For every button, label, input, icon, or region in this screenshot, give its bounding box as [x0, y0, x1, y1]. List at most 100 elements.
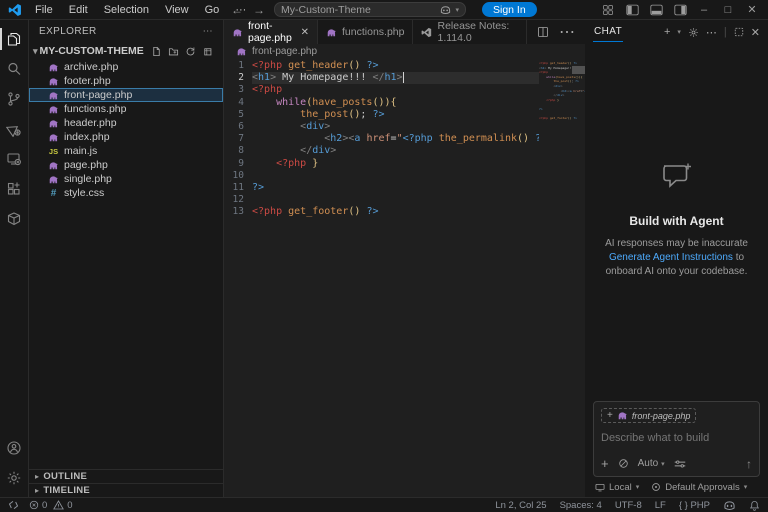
code-line-6[interactable]: <div> [252, 121, 539, 133]
code-line-1[interactable]: <?php get_header() ?> [252, 60, 539, 72]
chevron-down-icon[interactable]: ▾ [455, 6, 459, 14]
menu-edit[interactable]: Edit [62, 3, 95, 17]
menu-file[interactable]: File [28, 3, 60, 17]
remote-indicator-icon[interactable] [8, 500, 19, 510]
outline-section[interactable]: ▸ OUTLINE [29, 469, 223, 483]
status-php[interactable]: { } PHP [679, 500, 710, 511]
explorer-more-actions-icon[interactable]: ⋯ [203, 26, 213, 37]
code-line-11[interactable]: ?> [252, 182, 539, 194]
settings-gear-icon[interactable] [0, 463, 29, 493]
explorer-icon[interactable] [0, 24, 29, 54]
tab-front-page.php[interactable]: front-page.php✕ [224, 20, 318, 44]
editor-more-actions-icon[interactable]: ⋯ [559, 22, 575, 42]
status-lf[interactable]: LF [655, 500, 666, 511]
timeline-section[interactable]: ▸ TIMELINE [29, 483, 223, 497]
maximize-button[interactable]: □ [718, 2, 738, 18]
source-control-icon[interactable] [0, 84, 29, 114]
chat-settings-gear-icon[interactable] [688, 27, 699, 38]
chevron-down-icon[interactable]: ▾ [677, 28, 681, 36]
tab-release-notes-1.114.0[interactable]: Release Notes: 1.114.0 [413, 20, 527, 44]
new-chat-icon[interactable]: + [664, 26, 670, 38]
tools-sliders-icon[interactable] [674, 459, 686, 469]
generate-agent-instructions-link[interactable]: Generate Agent Instructions [609, 252, 733, 263]
file-item-single.php[interactable]: single.php [29, 172, 223, 186]
status-utf-8[interactable]: UTF-8 [615, 500, 642, 511]
file-item-footer.php[interactable]: footer.php [29, 74, 223, 88]
file-item-header.php[interactable]: header.php [29, 116, 223, 130]
code-line-7[interactable]: <h2><a href="<?php the_permalink() ?>"><… [252, 133, 539, 145]
copilot-status-icon[interactable] [723, 500, 736, 511]
maximize-panel-icon[interactable] [734, 27, 744, 37]
folder-row[interactable]: ▾ MY-CUSTOM-THEME [29, 42, 223, 60]
collapse-all-icon[interactable] [202, 46, 213, 57]
model-picker[interactable]: Auto ▾ [638, 458, 665, 469]
menu-selection[interactable]: Selection [97, 3, 156, 17]
file-item-functions.php[interactable]: functions.php [29, 102, 223, 116]
package-icon[interactable] [0, 204, 29, 234]
menu-go[interactable]: Go [198, 3, 227, 17]
account-icon[interactable] [0, 433, 29, 463]
close-panel-icon[interactable]: ✕ [751, 26, 760, 39]
code-line-3[interactable]: <?php [252, 84, 539, 96]
toggle-panel-icon[interactable] [646, 2, 666, 18]
remote-explorer-icon[interactable] [0, 144, 29, 174]
search-icon[interactable] [0, 54, 29, 84]
split-editor-icon[interactable] [537, 26, 549, 38]
new-file-icon[interactable] [151, 46, 162, 57]
command-center[interactable]: My-Custom-Theme ▾ [274, 2, 466, 17]
copilot-icon[interactable] [440, 5, 451, 15]
chat-text-input[interactable] [601, 432, 752, 444]
code-line-13[interactable]: <?php get_footer() ?> [252, 206, 539, 218]
file-item-archive.php[interactable]: archive.php [29, 60, 223, 74]
status-ln-2-col-25[interactable]: Ln 2, Col 25 [495, 500, 546, 511]
minimize-button[interactable]: – [694, 2, 714, 18]
attach-icon[interactable]: + [601, 456, 609, 471]
toggle-secondary-sidebar-icon[interactable] [670, 2, 690, 18]
run-debug-icon[interactable] [0, 114, 29, 144]
local-picker[interactable]: Local▾ [595, 482, 639, 493]
toggle-primary-sidebar-icon[interactable] [622, 2, 642, 18]
chat-more-actions-icon[interactable]: ⋯ [706, 26, 717, 39]
forward-button[interactable]: → [248, 3, 270, 17]
context-chip[interactable]: + front-page.php [601, 408, 696, 423]
code-line-10[interactable] [252, 170, 539, 182]
code-line-5[interactable]: the_post(); ?> [252, 109, 539, 121]
refresh-icon[interactable] [185, 46, 196, 57]
code-line-12[interactable] [252, 194, 539, 206]
customize-layout-icon[interactable] [598, 2, 618, 18]
close-tab-icon[interactable]: ✕ [301, 27, 309, 38]
sign-in-button[interactable]: Sign In [482, 2, 537, 17]
send-icon[interactable]: ↑ [746, 457, 752, 471]
menu-view[interactable]: View [158, 3, 196, 17]
file-item-page.php[interactable]: page.php [29, 158, 223, 172]
add-context-icon[interactable]: + [607, 410, 613, 421]
code-content[interactable]: <?php get_header() ?><h1> My Homepage!!!… [252, 58, 539, 497]
minimap-slider[interactable] [572, 66, 585, 74]
code-line-9[interactable]: <?php } [252, 158, 539, 170]
back-button[interactable]: ← [226, 3, 248, 17]
editor-group: front-page.php✕functions.phpRelease Note… [224, 20, 585, 497]
notifications-bell-icon[interactable] [749, 500, 760, 511]
problems-indicator[interactable]: 0 0 [29, 500, 73, 511]
new-folder-icon[interactable] [168, 46, 179, 57]
file-item-index.php[interactable]: index.php [29, 130, 223, 144]
code-area[interactable]: 12345678910111213 <?php get_header() ?><… [224, 58, 585, 497]
tab-chat[interactable]: CHAT [593, 22, 623, 42]
code-line-4[interactable]: while(have_posts()){ [252, 97, 539, 109]
command-center-label: My-Custom-Theme [281, 4, 440, 16]
extensions-icon[interactable] [0, 174, 29, 204]
default-approvals-picker[interactable]: Default Approvals▾ [651, 482, 747, 493]
file-item-style.css[interactable]: #style.css [29, 186, 223, 200]
chevron-down-icon: ▾ [33, 46, 38, 57]
code-line-2[interactable]: <h1> My Homepage!!! </h1> [252, 72, 539, 84]
file-item-front-page.php[interactable]: front-page.php [29, 88, 223, 102]
tab-functions.php[interactable]: functions.php [318, 20, 413, 44]
code-line-8[interactable]: </div> [252, 145, 539, 157]
status-spaces-4[interactable]: Spaces: 4 [560, 500, 602, 511]
minimap[interactable]: <?php get_header() ?><h1> My Homepage!!!… [539, 58, 585, 497]
chat-input-box[interactable]: + front-page.php + Auto ▾ ↑ [593, 401, 760, 477]
breadcrumb[interactable]: front-page.php [224, 44, 585, 58]
file-item-main.js[interactable]: JSmain.js [29, 144, 223, 158]
mic-icon[interactable] [618, 458, 629, 469]
close-window-button[interactable]: ✕ [742, 2, 762, 18]
